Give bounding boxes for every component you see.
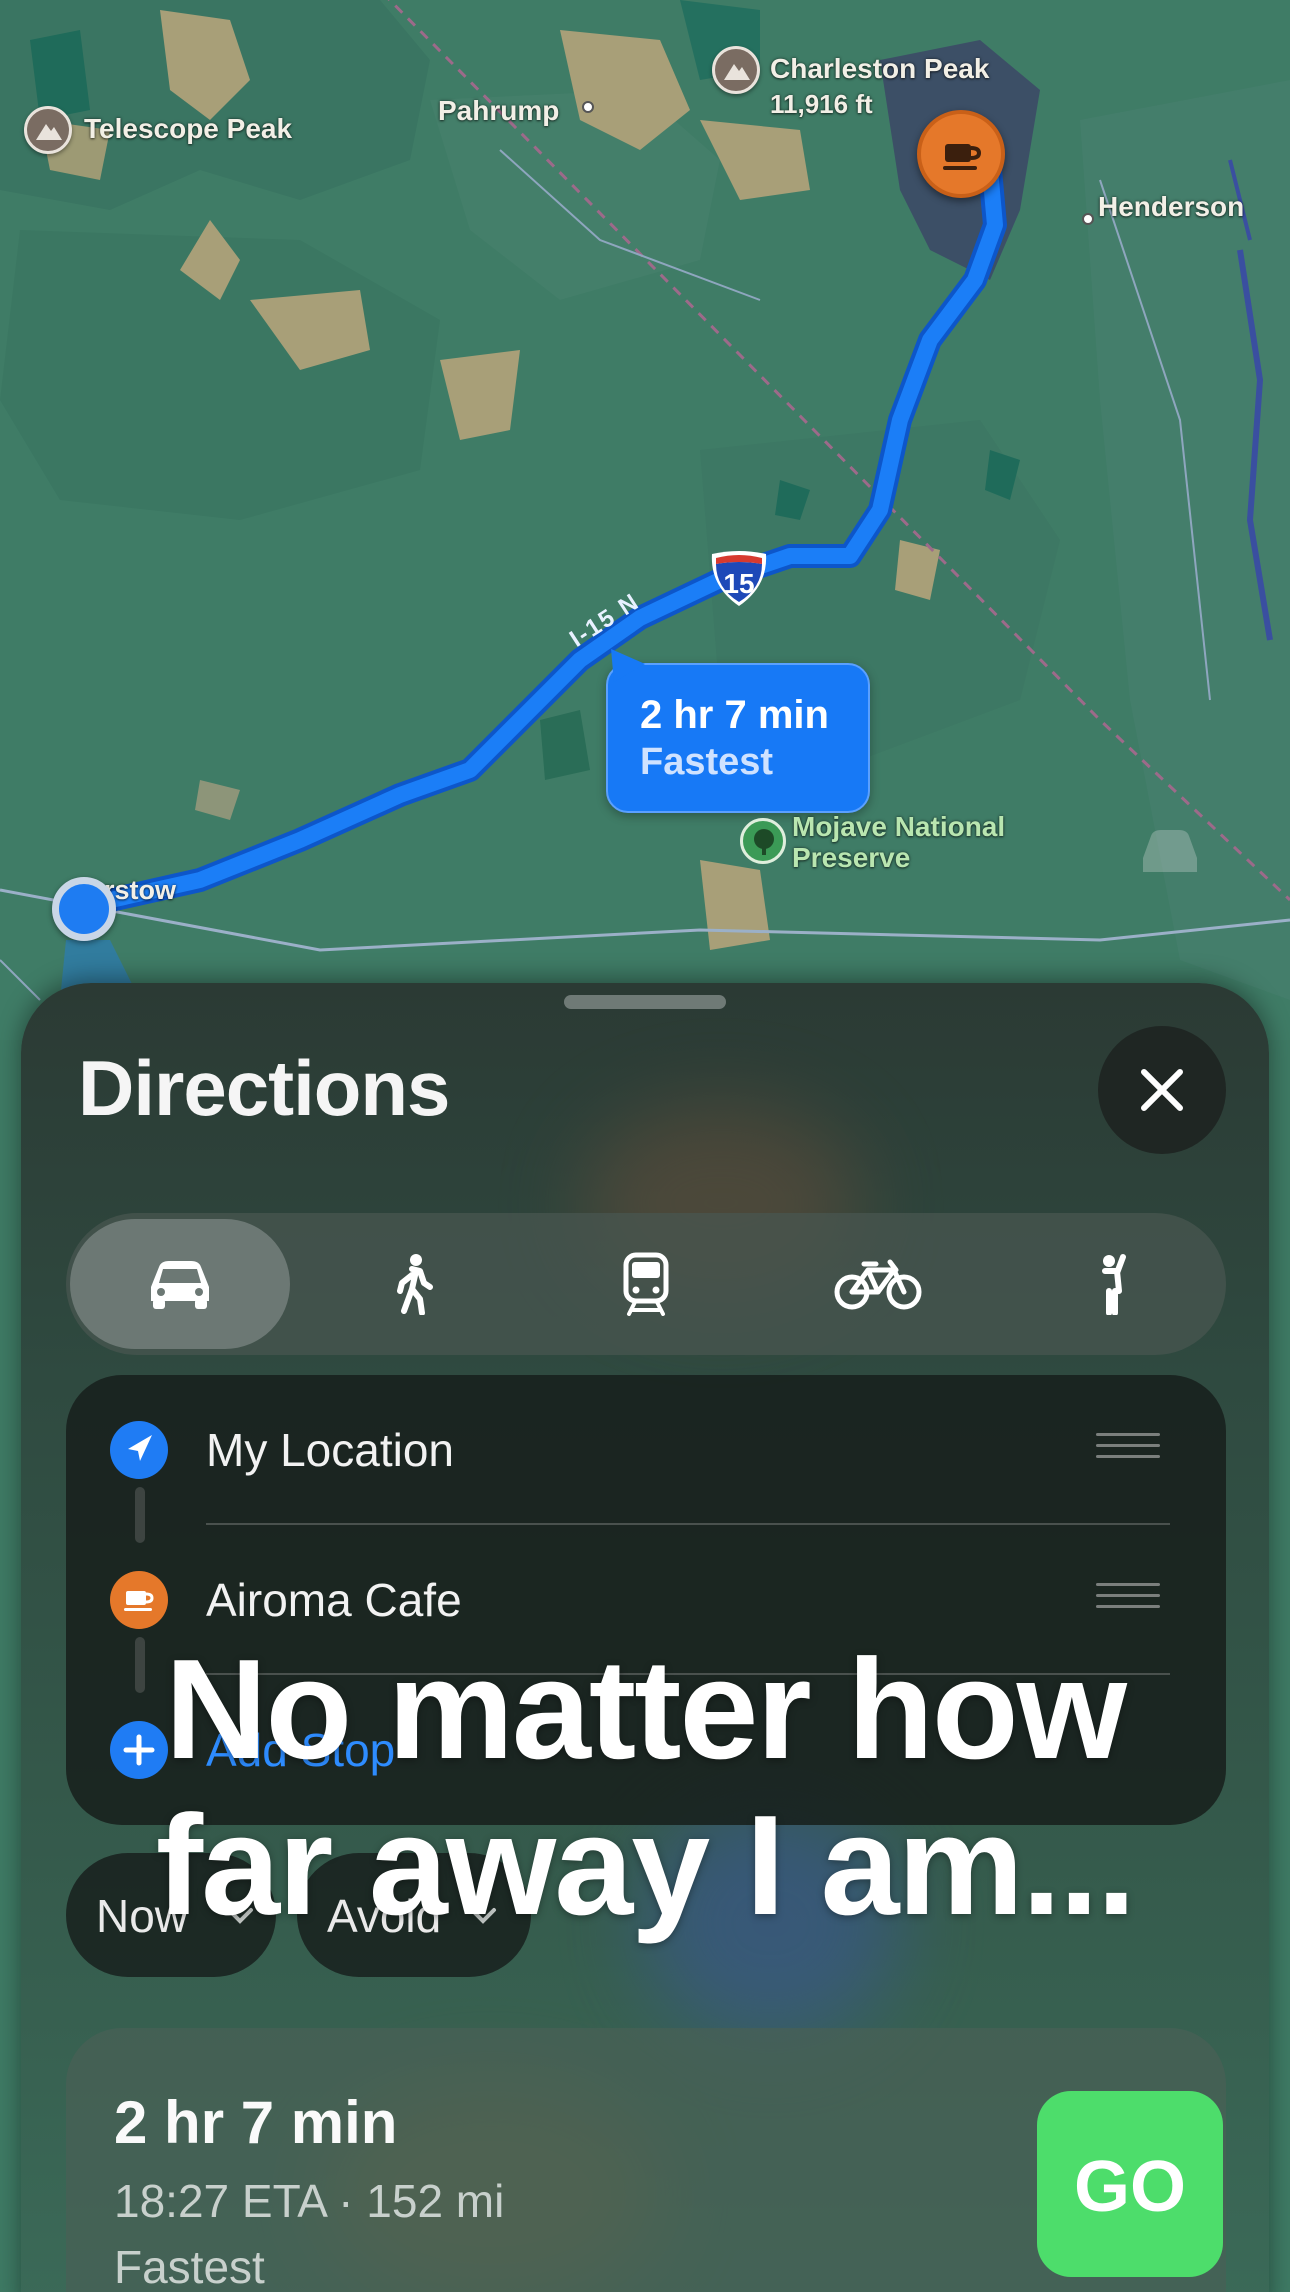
mountain-icon[interactable] xyxy=(712,46,760,94)
mode-rideshare-button[interactable] xyxy=(1002,1219,1222,1349)
close-button[interactable] xyxy=(1098,1026,1226,1154)
waypoint-origin[interactable]: My Location xyxy=(66,1375,1226,1525)
map-view[interactable]: Telescope Peak Pahrump Charleston Peak 1… xyxy=(0,0,1290,1040)
page-title: Directions xyxy=(78,1044,450,1132)
route-callout[interactable]: 2 hr 7 min Fastest xyxy=(606,663,870,813)
route-eta-distance: 18:27 ETA · 152 mi xyxy=(114,2175,505,2227)
map-label-pahrump[interactable]: Pahrump xyxy=(438,95,559,127)
coffee-icon xyxy=(943,144,982,170)
mode-walk-button[interactable] xyxy=(304,1219,524,1349)
video-caption: No matter how far away I am... xyxy=(0,1630,1290,1946)
caption-line-1: No matter how xyxy=(164,1630,1127,1789)
mode-bike-button[interactable] xyxy=(768,1219,988,1349)
map-label-charleston-peak[interactable]: Charleston Peak xyxy=(770,53,989,85)
map-label-preserve: Preserve xyxy=(792,842,911,873)
callout-tag: Fastest xyxy=(640,741,774,783)
map-label-telescope-peak[interactable]: Telescope Peak xyxy=(84,113,292,145)
transit-icon xyxy=(623,1252,669,1316)
mode-car-button[interactable] xyxy=(70,1219,290,1349)
coffee-icon xyxy=(110,1571,168,1629)
rideshare-icon xyxy=(1102,1254,1126,1315)
car-icon xyxy=(151,1261,209,1309)
callout-time: 2 hr 7 min xyxy=(640,693,829,737)
walk-icon xyxy=(397,1254,433,1315)
close-icon xyxy=(1141,1069,1183,1111)
go-button-label: GO xyxy=(1073,2147,1186,2227)
map-label-mojave[interactable]: Mojave National xyxy=(792,811,1005,843)
location-arrow-icon xyxy=(110,1421,168,1479)
reorder-handle-icon[interactable] xyxy=(1096,1433,1160,1463)
route-option-card[interactable]: 2 hr 7 min 18:27 ETA · 152 mi Fastest GO xyxy=(66,2028,1226,2292)
tree-icon[interactable] xyxy=(740,818,786,864)
current-location-dot[interactable] xyxy=(52,877,116,941)
waypoint-destination-label: Airoma Cafe xyxy=(206,1574,462,1626)
map-label-henderson[interactable]: Henderson xyxy=(1098,191,1244,223)
bike-icon xyxy=(834,1259,922,1310)
mode-transit-button[interactable] xyxy=(536,1219,756,1349)
map-terrain xyxy=(0,0,1290,1040)
reorder-handle-icon[interactable] xyxy=(1096,1583,1160,1613)
caption-line-2: far away I am... xyxy=(155,1786,1136,1946)
sheet-grabber[interactable] xyxy=(564,995,726,1009)
map-label-elevation: 11,916 ft xyxy=(770,89,873,119)
mountain-icon[interactable] xyxy=(24,106,72,154)
car-icon xyxy=(1135,822,1205,882)
go-button[interactable]: GO xyxy=(1037,2091,1223,2277)
city-dot xyxy=(1082,213,1094,225)
interstate-number: 15 xyxy=(723,568,755,599)
city-dot xyxy=(582,101,594,113)
route-duration: 2 hr 7 min xyxy=(114,2089,398,2156)
interstate-shield: 15 xyxy=(708,546,770,608)
route-tag: Fastest xyxy=(114,2241,265,2292)
transport-mode-selector xyxy=(66,1213,1226,1355)
waypoint-origin-label: My Location xyxy=(206,1424,455,1476)
destination-pin[interactable] xyxy=(917,110,1005,198)
